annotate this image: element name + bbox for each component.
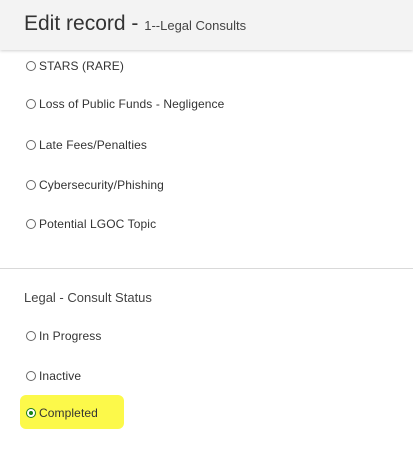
dialog-title-text: Edit record -: [24, 12, 145, 35]
dialog-subtitle: 1--Legal Consults: [144, 18, 247, 33]
radio-button[interactable]: [26, 331, 36, 341]
radio-label: In Progress: [39, 329, 102, 343]
radio-label: Cybersecurity/Phishing: [39, 178, 164, 192]
radio-label: Completed: [39, 406, 98, 420]
radio-button[interactable]: [26, 140, 36, 150]
radio-button[interactable]: [26, 371, 36, 381]
radio-label: Inactive: [39, 369, 82, 383]
radio-option-late-fees[interactable]: Late Fees/Penalties: [26, 135, 147, 155]
radio-label: Late Fees/Penalties: [39, 138, 147, 152]
radio-button[interactable]: [26, 61, 36, 71]
radio-button[interactable]: [26, 180, 36, 190]
radio-option-loss-public-funds[interactable]: Loss of Public Funds - Negligence: [26, 94, 224, 114]
radio-option-completed[interactable]: Completed: [26, 403, 98, 423]
radio-label: STARS (RARE): [39, 59, 124, 73]
radio-button[interactable]: [26, 219, 36, 229]
radio-button-selected[interactable]: [26, 408, 36, 418]
radio-label: Potential LGOC Topic: [39, 217, 157, 231]
radio-option-inactive[interactable]: Inactive: [26, 366, 81, 386]
consult-status-label: Legal - Consult Status: [24, 290, 152, 305]
radio-label: Loss of Public Funds - Negligence: [39, 97, 225, 111]
dialog-title: Edit record - 1--Legal Consults: [24, 12, 246, 36]
dialog-header: Edit record - 1--Legal Consults: [0, 0, 413, 50]
radio-option-stars-rare[interactable]: STARS (RARE): [26, 56, 124, 76]
radio-option-in-progress[interactable]: In Progress: [26, 326, 101, 346]
radio-option-cybersecurity[interactable]: Cybersecurity/Phishing: [26, 175, 164, 195]
radio-button[interactable]: [26, 99, 36, 109]
section-divider: [0, 268, 413, 269]
radio-option-potential-lgoc[interactable]: Potential LGOC Topic: [26, 214, 156, 234]
